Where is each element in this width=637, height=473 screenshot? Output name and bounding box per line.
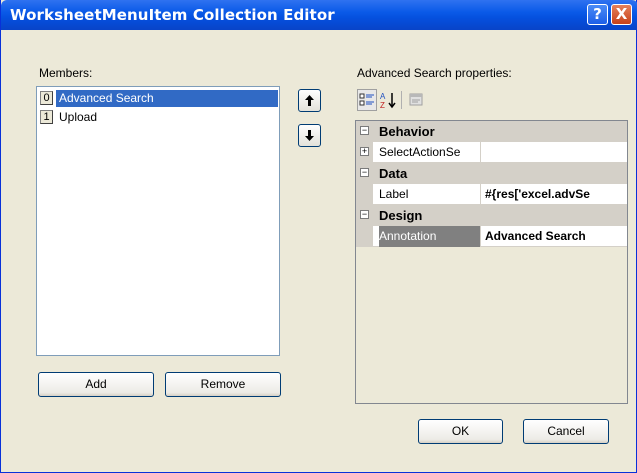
category-design[interactable]: − Design <box>356 205 627 226</box>
properties-label: Advanced Search properties: <box>357 66 512 80</box>
item-index: 1 <box>40 110 53 124</box>
ok-button[interactable]: OK <box>418 419 503 444</box>
property-name: Label <box>379 184 481 205</box>
arrow-up-icon <box>305 95 314 106</box>
title-bar[interactable]: WorksheetMenuItem Collection Editor ? X <box>1 0 637 30</box>
list-item[interactable]: 1 Upload <box>40 109 278 126</box>
category-label: Data <box>379 166 408 181</box>
members-list[interactable]: 0 Advanced Search 1 Upload <box>36 86 280 356</box>
collection-editor-dialog: WorksheetMenuItem Collection Editor ? X … <box>0 0 637 473</box>
members-label: Members: <box>39 66 93 80</box>
expand-icon[interactable]: + <box>360 147 369 156</box>
alphabetical-icon[interactable]: A Z <box>378 89 398 111</box>
category-label: Behavior <box>379 124 435 139</box>
svg-text:Z: Z <box>380 101 385 109</box>
svg-text:A: A <box>380 92 386 101</box>
toolbar-separator <box>401 91 402 109</box>
list-item[interactable]: 0 Advanced Search <box>40 90 278 107</box>
category-label: Design <box>379 208 423 223</box>
property-row[interactable]: Label #{res['excel.advSe <box>356 184 627 205</box>
collapse-icon[interactable]: − <box>360 210 369 219</box>
property-value[interactable] <box>482 142 627 163</box>
property-row[interactable]: Annotation Advanced Search <box>356 226 627 247</box>
help-button[interactable]: ? <box>587 4 608 25</box>
arrow-down-icon <box>305 130 314 141</box>
item-name: Upload <box>59 110 98 124</box>
collapse-icon[interactable]: − <box>360 168 369 177</box>
property-value[interactable]: #{res['excel.advSe <box>482 184 627 205</box>
property-value[interactable]: Advanced Search <box>482 226 627 247</box>
property-pages-icon[interactable] <box>406 89 426 111</box>
cancel-button[interactable]: Cancel <box>523 419 609 444</box>
item-name: Advanced Search <box>56 90 278 107</box>
category-data[interactable]: − Data <box>356 163 627 184</box>
remove-button[interactable]: Remove <box>165 372 281 397</box>
item-index: 0 <box>40 91 53 105</box>
property-row[interactable]: + SelectActionSe <box>356 142 627 163</box>
move-down-button[interactable] <box>298 124 321 147</box>
move-up-button[interactable] <box>298 89 321 112</box>
category-behavior[interactable]: − Behavior <box>356 121 627 142</box>
property-name: Annotation <box>379 226 481 247</box>
property-grid-toolbar: A Z <box>356 89 446 111</box>
property-grid[interactable]: − Behavior + SelectActionSe − Data Label… <box>355 120 628 404</box>
property-name: SelectActionSe <box>379 142 481 163</box>
window-title: WorksheetMenuItem Collection Editor <box>10 6 335 24</box>
close-button[interactable]: X <box>611 4 632 25</box>
collapse-icon[interactable]: − <box>360 126 369 135</box>
categorized-icon[interactable] <box>357 89 377 111</box>
add-button[interactable]: Add <box>38 372 154 397</box>
